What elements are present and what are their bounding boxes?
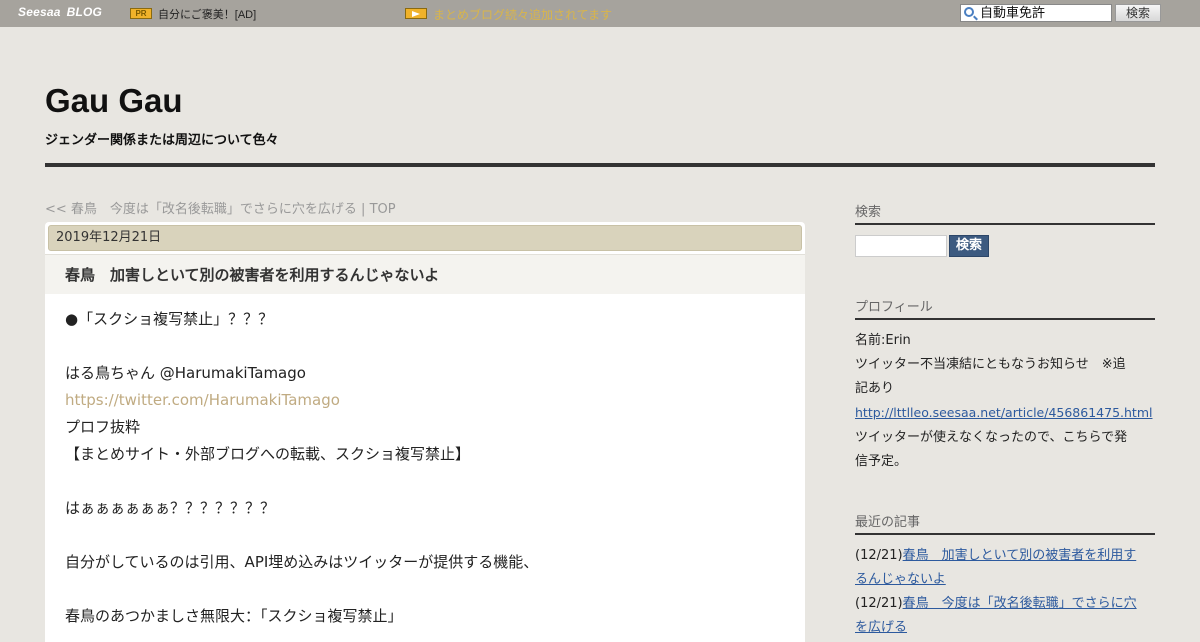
topbar-search-input[interactable]: 自動車免許 (960, 4, 1112, 22)
article: 2019年12月21日 春鳥 加害しといて別の被害者を利用するんじゃないよ ●「… (45, 222, 805, 642)
pr-badge: PR (130, 8, 152, 19)
recent-item: を広げる (855, 616, 1155, 640)
body-line: 【まとめサイト・外部ブログへの転載、スクショ複写禁止】 (65, 445, 471, 463)
recent-articles: (12/21)春鳥 加害しといて別の被害者を利用す るんじゃないよ (12/21… (855, 544, 1155, 640)
site-description: ジェンダー関係または周辺について色々 (45, 133, 279, 148)
search-value: 自動車免許 (980, 5, 1046, 20)
body-line: はる鳥ちゃん @HarumakiTamago (65, 364, 306, 382)
body-line (65, 522, 785, 549)
body-line (65, 576, 785, 603)
sidebar-profile-heading: プロフィール (855, 296, 1155, 320)
body-line: ●「スクショ複写禁止」？？？ (65, 310, 274, 328)
body-line (65, 333, 785, 360)
recent-link[interactable]: を広げる (855, 620, 907, 635)
body-line: 自分がしているのは引用、API埋め込みはツイッターが提供する機能、 (65, 553, 539, 571)
article-title[interactable]: 春鳥 加害しといて別の被害者を利用するんじゃないよ (65, 264, 439, 285)
profile-link[interactable]: http://lttlleo.seesaa.net/article/456861… (855, 405, 1152, 420)
sidebar-search-heading: 検索 (855, 201, 1155, 225)
article-title-bar: 春鳥 加害しといて別の被害者を利用するんじゃないよ (45, 254, 805, 294)
sidebar-search-input[interactable] (855, 235, 947, 257)
body-line: 春鳥のあつかましさ無限大：「スクショ複写禁止」 (65, 607, 403, 625)
body-line-link: https://twitter.com/HarumakiTamago (65, 387, 785, 414)
sidebar-recent-heading: 最近の記事 (855, 511, 1155, 535)
recent-date: (12/21) (855, 596, 903, 611)
recent-link[interactable]: るんじゃないよ (855, 572, 946, 587)
logo-blog-text: BLOG (66, 5, 103, 19)
prev-article-link[interactable]: << 春鳥 今度は「改名後転職」でさらに穴を広げる (45, 202, 357, 217)
seesaa-blog-logo[interactable]: Seesaa BLOG (18, 5, 102, 19)
recent-item: るんじゃないよ (855, 568, 1155, 592)
profile-block: 名前:Erin ツイッター不当凍結にともなうお知らせ ※追 記あり http:/… (855, 329, 1155, 474)
top-link[interactable]: TOP (370, 202, 396, 217)
recent-item: (12/21)春鳥 今度は「改名後転職」でさらに穴 (855, 592, 1155, 616)
article-body: ●「スクショ複写禁止」？？？ はる鳥ちゃん @HarumakiTamago ht… (65, 306, 785, 630)
profile-name: 名前:Erin (855, 333, 911, 348)
header-divider (45, 163, 1155, 167)
profile-notice: ツイッター不当凍結にともなうお知らせ ※追 (855, 357, 1126, 372)
profile-notice: 記あり (855, 381, 895, 396)
ad-link[interactable]: 自分にご褒美！[AD] (158, 6, 256, 22)
arrow-right-icon (405, 8, 427, 19)
recent-link[interactable]: 春鳥 加害しといて別の被害者を利用す (903, 548, 1137, 563)
body-line: プロフ抜粋 (65, 418, 141, 436)
body-line: はぁぁぁぁぁぁ？？？？？？？ (65, 499, 276, 517)
sidebar-search-button[interactable]: 検索 (949, 235, 989, 257)
recent-link[interactable]: 春鳥 今度は「改名後転職」でさらに穴 (903, 596, 1137, 611)
profile-after: 信予定。 (855, 454, 908, 469)
profile-after: ツイッターが使えなくなったので、こちらで発 (855, 430, 1128, 445)
article-nav: << 春鳥 今度は「改名後転職」でさらに穴を広げる | TOP (45, 198, 396, 217)
topbar-search-button[interactable]: 検索 (1115, 4, 1161, 22)
article-date: 2019年12月21日 (48, 225, 802, 251)
recent-date: (12/21) (855, 548, 903, 563)
twitter-profile-link[interactable]: https://twitter.com/HarumakiTamago (65, 391, 340, 409)
nav-separator: | (356, 202, 370, 217)
body-line (65, 468, 785, 495)
logo-text: Seesaa (18, 5, 61, 19)
top-bar: Seesaa BLOG PR 自分にご褒美！[AD] まとめブログ続々追加されてま… (0, 0, 1200, 27)
site-title[interactable]: Gau Gau (45, 82, 183, 120)
recent-item: (12/21)春鳥 加害しといて別の被害者を利用す (855, 544, 1155, 568)
news-link[interactable]: まとめブログ続々追加されてます (433, 6, 612, 23)
search-icon (964, 7, 974, 17)
